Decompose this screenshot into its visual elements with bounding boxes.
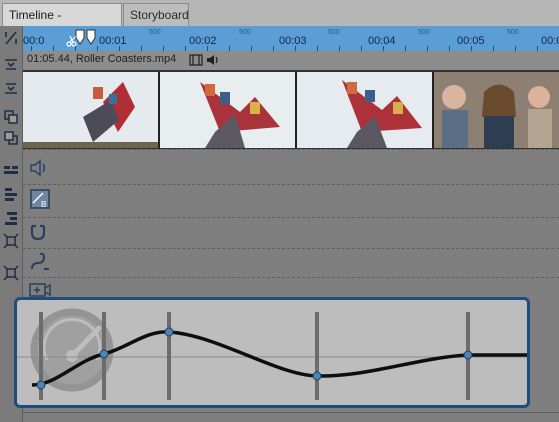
keyframe-handle[interactable] — [463, 312, 473, 400]
ruler-minor-label: 500 — [149, 29, 161, 36]
split-icon[interactable] — [3, 30, 19, 46]
align-top-icon[interactable] — [3, 57, 19, 73]
align-bottom-icon[interactable] — [3, 80, 19, 96]
curve-lane[interactable] — [23, 249, 559, 278]
distribute-icon[interactable] — [3, 162, 19, 178]
magnet-curve-icon[interactable] — [29, 222, 51, 247]
clip-header[interactable]: 01:05.44, Roller Coasters.mp4 — [23, 51, 559, 70]
image-effect-lane[interactable]: B — [23, 185, 559, 218]
divider — [23, 412, 559, 413]
fit-icon[interactable] — [3, 233, 19, 249]
ruler-minor-label: 500 — [418, 29, 430, 36]
align-right-icon[interactable] — [3, 210, 19, 226]
curve-icon[interactable] — [29, 251, 51, 278]
ruler-label: 00:01 — [99, 35, 127, 47]
ruler-label: 00:0 — [23, 35, 45, 47]
image-effect-icon[interactable]: B — [29, 188, 51, 215]
ruler-label: 00:0 — [541, 35, 559, 47]
video-thumbnail — [297, 72, 434, 148]
playhead-marker-icon[interactable] — [75, 29, 97, 52]
video-filmstrip[interactable] — [23, 70, 559, 149]
overlap-reverse-icon[interactable] — [3, 130, 19, 146]
tab-bar: Timeline - Spuransicht Storyboard — [0, 0, 559, 45]
overlap-icon[interactable] — [3, 109, 19, 125]
align-left-icon[interactable] — [3, 186, 19, 202]
speaker-icon[interactable] — [29, 158, 49, 183]
ruler-label: 00:03 — [279, 35, 307, 47]
clip-title: 01:05.44, Roller Coasters.mp4 — [27, 53, 177, 65]
audio-lane[interactable] — [23, 150, 559, 185]
ruler-minor-label: 500 — [507, 29, 519, 36]
tab-timeline[interactable]: Timeline - Spuransicht — [2, 3, 122, 45]
ruler-label: 00:02 — [189, 35, 217, 47]
expand-icon[interactable] — [3, 265, 19, 281]
ruler-label: 00:04 — [368, 35, 396, 47]
ruler-minor-label: 500 — [239, 29, 251, 36]
tab-storyboard[interactable]: Storyboard — [123, 3, 189, 26]
speed-curve-panel[interactable] — [14, 297, 530, 408]
keyframe-handle[interactable] — [164, 312, 174, 400]
timeline-ruler[interactable]: 00:0 00:01 00:02 00:03 00:04 00:05 00:0 … — [23, 26, 559, 51]
magnet-lane[interactable] — [23, 218, 559, 249]
keyframe-handle[interactable] — [312, 312, 322, 400]
video-thumbnail — [23, 72, 160, 148]
ruler-minor-label: 500 — [328, 29, 340, 36]
video-thumbnail — [434, 72, 559, 148]
svg-text:B: B — [41, 200, 46, 209]
speedometer-icon — [30, 308, 114, 392]
video-thumbnail — [160, 72, 297, 148]
